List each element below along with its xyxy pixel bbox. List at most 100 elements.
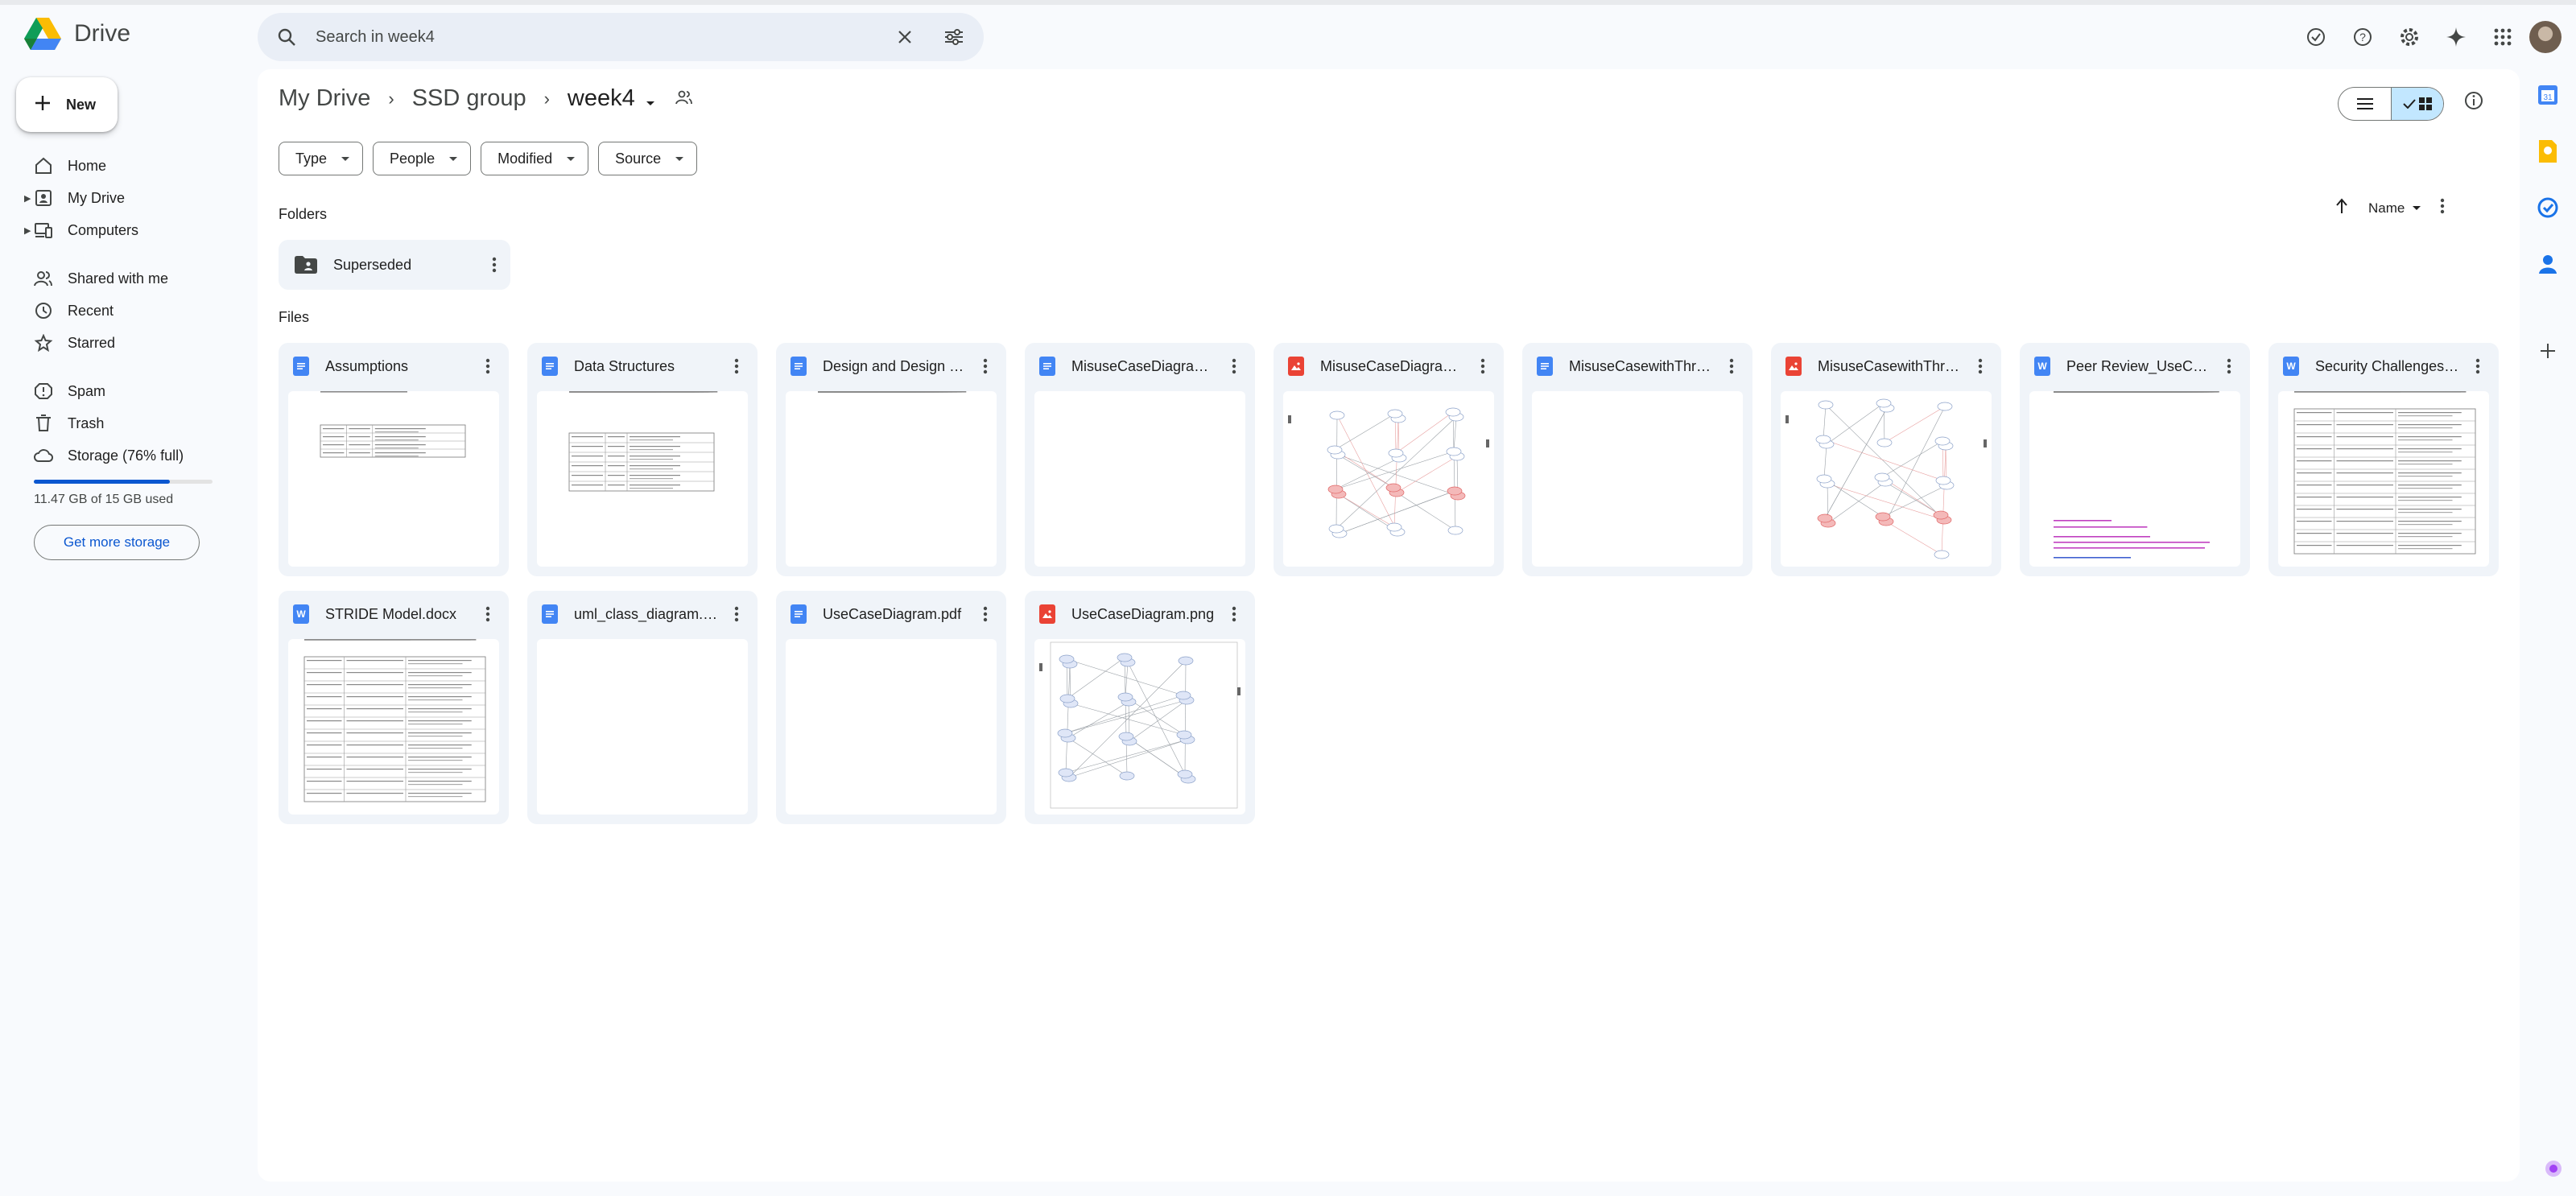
sidebar-item-starred[interactable]: Starred — [0, 327, 242, 359]
file-card[interactable]: MisuseCasewithThreats.png — [1771, 343, 2001, 576]
file-preview[interactable] — [1532, 391, 1743, 567]
file-preview[interactable] — [1034, 639, 1245, 815]
file-card[interactable]: MisuseCasewithThreats.pdf — [1522, 343, 1752, 576]
folder-menu-caret-icon[interactable] — [646, 85, 654, 112]
file-preview[interactable] — [2278, 391, 2489, 567]
more-options-icon[interactable] — [472, 350, 504, 382]
filter-label: People — [390, 150, 436, 167]
file-thumbnail — [1039, 641, 1241, 809]
search-options-icon[interactable] — [943, 28, 964, 46]
account-avatar[interactable] — [2529, 21, 2562, 53]
file-preview[interactable] — [537, 639, 748, 815]
filter-type[interactable]: Type — [279, 142, 364, 175]
file-card[interactable]: W Peer Review_UseCase.docx — [2020, 343, 2250, 576]
file-card[interactable]: W Security Challenges.docx — [2268, 343, 2499, 576]
sort-direction-arrow-icon[interactable] — [2334, 198, 2349, 218]
file-preview[interactable] — [1781, 391, 1992, 567]
keep-icon[interactable] — [2532, 134, 2564, 169]
apps-grid-icon[interactable] — [2479, 18, 2526, 56]
sidebar-item-my-drive[interactable]: ▶ My Drive — [0, 182, 242, 214]
filter-label: Modified — [497, 150, 553, 167]
filter-people[interactable]: People — [373, 142, 472, 175]
list-view-button[interactable] — [2339, 88, 2391, 120]
calendar-icon[interactable]: 31 — [2532, 77, 2564, 113]
file-preview[interactable] — [288, 391, 499, 567]
sidebar-item-spam[interactable]: Spam — [0, 375, 242, 407]
offline-ready-icon[interactable] — [2293, 18, 2339, 56]
file-preview[interactable] — [786, 391, 997, 567]
more-options-icon[interactable] — [472, 598, 504, 630]
sidebar-item-recent[interactable]: Recent — [0, 295, 242, 327]
search-icon[interactable] — [277, 27, 296, 47]
word-file-icon: W — [293, 604, 309, 624]
expand-caret-icon[interactable]: ▶ — [24, 193, 31, 204]
breadcrumb-my-drive[interactable]: My Drive — [279, 85, 370, 112]
folder-item[interactable]: Superseded — [279, 240, 510, 290]
more-options-icon[interactable] — [1218, 598, 1250, 630]
file-name: Assumptions — [325, 357, 409, 374]
filter-modified[interactable]: Modified — [481, 142, 589, 175]
file-card[interactable]: Design and Design Patterns — [776, 343, 1006, 576]
file-preview[interactable] — [2029, 391, 2240, 567]
more-options-icon[interactable] — [2440, 198, 2445, 218]
more-options-icon[interactable] — [720, 598, 753, 630]
file-card[interactable]: UseCaseDiagram.pdf — [776, 591, 1006, 824]
file-preview[interactable] — [1034, 391, 1245, 567]
more-options-icon[interactable] — [1467, 350, 1499, 382]
more-options-icon[interactable] — [720, 350, 753, 382]
search-input[interactable] — [316, 27, 897, 47]
sidebar-item-storage[interactable]: Storage (76% full) — [0, 439, 242, 472]
sidebar-item-shared[interactable]: Shared with me — [0, 262, 242, 295]
expand-caret-icon[interactable]: ▶ — [24, 225, 31, 236]
shared-folder-icon[interactable] — [675, 85, 693, 112]
more-options-icon[interactable] — [478, 249, 510, 281]
gemini-sparkle-icon[interactable] — [2544, 1159, 2563, 1182]
sidebar-item-trash[interactable]: Trash — [0, 407, 242, 439]
file-thumbnail — [568, 391, 718, 492]
file-card[interactable]: W STRIDE Model.docx — [279, 591, 509, 824]
filter-label: Type — [295, 150, 328, 167]
contacts-icon[interactable] — [2532, 246, 2564, 282]
file-preview[interactable] — [786, 639, 997, 815]
rail-divider — [2532, 303, 2564, 312]
file-preview[interactable] — [288, 639, 499, 815]
filter-source[interactable]: Source — [598, 142, 698, 175]
grid-view-button[interactable] — [2391, 88, 2443, 120]
drive-logo[interactable]: Drive — [24, 18, 130, 50]
clear-search-icon[interactable] — [897, 29, 913, 45]
breadcrumb-ssd-group[interactable]: SSD group — [412, 85, 526, 112]
breadcrumb-current-folder[interactable]: week4 — [568, 85, 635, 112]
more-options-icon[interactable] — [969, 350, 1001, 382]
file-preview[interactable] — [537, 391, 748, 567]
sort-by-button[interactable]: Name — [2368, 200, 2421, 217]
dropdown-caret-icon — [341, 156, 350, 161]
search-bar[interactable] — [258, 13, 984, 61]
tasks-icon[interactable] — [2532, 190, 2564, 225]
get-more-storage-button[interactable]: Get more storage — [34, 525, 200, 560]
more-options-icon[interactable] — [1218, 350, 1250, 382]
more-options-icon[interactable] — [1964, 350, 1996, 382]
file-card[interactable]: uml_class_diagram.pdf — [527, 591, 758, 824]
file-card[interactable]: MisuseCaseDiagram.png — [1274, 343, 1504, 576]
file-card[interactable]: Assumptions — [279, 343, 509, 576]
sidebar-item-home[interactable]: Home — [0, 150, 242, 182]
gemini-icon[interactable] — [2433, 18, 2479, 56]
file-card[interactable]: MisuseCaseDiagram.pdf — [1025, 343, 1255, 576]
more-options-icon[interactable] — [1715, 350, 1748, 382]
file-card[interactable]: UseCaseDiagram.png — [1025, 591, 1255, 824]
more-options-icon[interactable] — [969, 598, 1001, 630]
new-button[interactable]: New — [16, 77, 118, 132]
file-name: MisuseCasewithThreats.pdf — [1569, 357, 1714, 374]
file-card[interactable]: Data Structures — [527, 343, 758, 576]
file-thumbnail — [2293, 391, 2476, 555]
file-preview[interactable] — [1283, 391, 1494, 567]
add-addon-icon[interactable] — [2532, 333, 2564, 369]
doc-file-icon — [293, 357, 309, 376]
more-options-icon[interactable] — [2213, 350, 2245, 382]
more-options-icon[interactable] — [2462, 350, 2494, 382]
details-info-icon[interactable] — [2463, 90, 2484, 115]
help-icon[interactable]: ? — [2339, 18, 2386, 56]
settings-icon[interactable] — [2386, 18, 2433, 56]
folder-name: Superseded — [333, 256, 412, 273]
sidebar-item-computers[interactable]: ▶ Computers — [0, 214, 242, 246]
